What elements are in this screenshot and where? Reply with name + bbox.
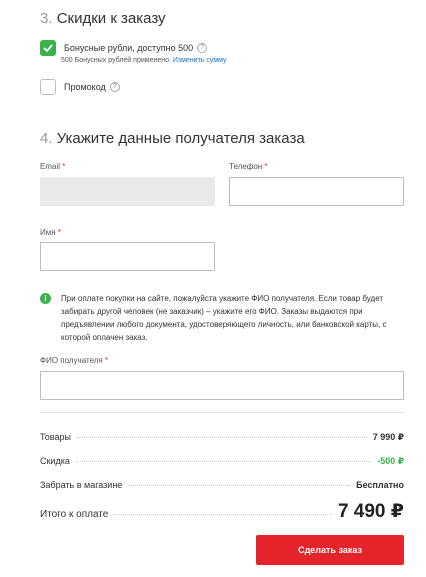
name-label: Имя *: [40, 228, 61, 237]
discounts-section-number: 3.: [40, 10, 53, 27]
summary-goods-row: Товары 7 990 ₽: [40, 432, 404, 443]
bonus-label: Бонусные рубли, доступно 500: [64, 43, 194, 53]
email-required-mark: *: [62, 162, 66, 171]
phone-required-mark: *: [264, 162, 268, 171]
checkout-page: 3. Скидки к заказу Бонусные рубли, досту…: [0, 0, 426, 577]
discount-leader: [75, 461, 372, 462]
promo-label: Промокод: [64, 82, 106, 92]
total-label: Итого к оплате: [40, 509, 109, 520]
bonus-option[interactable]: Бонусные рубли, доступно 500 ?: [40, 40, 208, 56]
goods-value: 7 990 ₽: [372, 432, 404, 442]
discount-label: Скидка: [40, 456, 70, 466]
place-order-button[interactable]: Сделать заказ: [256, 535, 404, 565]
summary-total-row: Итого к оплате 7 490 ₽: [40, 500, 404, 523]
summary-pickup-row: Забрать в магазине Бесплатно: [40, 480, 404, 490]
summary-discount-row: Скидка -500 ₽: [40, 456, 404, 467]
phone-label: Телефон *: [229, 162, 268, 171]
discounts-section-title: 3. Скидки к заказу: [40, 10, 166, 27]
name-label-text: Имя: [40, 228, 56, 237]
fio-label: ФИО получателя *: [40, 356, 108, 365]
checkmark-icon: [43, 44, 53, 52]
recipient-section-label: Укажите данные получателя заказа: [56, 130, 305, 147]
fio-required-mark: *: [104, 356, 109, 365]
fio-label-text: ФИО получателя: [40, 356, 103, 365]
summary-divider: [40, 412, 404, 413]
recipient-info-text: При оплате покупки на сайте, пожалуйста …: [61, 294, 387, 342]
recipient-section-title: 4. Укажите данные получателя заказа: [40, 130, 305, 147]
recipient-section-number: 4.: [40, 130, 53, 147]
name-field[interactable]: [40, 242, 215, 271]
bonus-applied-note: 500 Бонусных рублей применено. Изменить …: [61, 57, 227, 64]
phone-field[interactable]: [229, 177, 404, 206]
goods-leader: [76, 437, 367, 438]
discount-value: -500 ₽: [377, 456, 404, 466]
bonus-applied-text: 500 Бонусных рублей применено.: [61, 57, 171, 64]
pickup-leader: [128, 485, 351, 486]
goods-label: Товары: [40, 432, 71, 442]
promo-help-icon[interactable]: ?: [109, 82, 120, 92]
total-value: 7 490 ₽: [337, 501, 404, 522]
pickup-value: Бесплатно: [356, 480, 404, 490]
fio-field[interactable]: [40, 371, 404, 400]
email-label-text: Email: [40, 162, 61, 171]
info-icon: i: [40, 293, 51, 304]
promo-checkbox[interactable]: [40, 79, 56, 95]
promo-option[interactable]: Промокод ?: [40, 79, 120, 95]
change-amount-link[interactable]: Изменить сумму: [173, 57, 227, 64]
pickup-label: Забрать в магазине: [40, 480, 123, 490]
total-leader: [114, 514, 332, 515]
name-required-mark: *: [57, 228, 61, 237]
phone-label-text: Телефон: [229, 162, 263, 171]
bonus-help-icon[interactable]: ?: [197, 43, 208, 53]
bonus-checkbox[interactable]: [40, 40, 56, 56]
discounts-section-label: Скидки к заказу: [56, 10, 166, 27]
email-label: Email *: [40, 162, 65, 171]
email-field[interactable]: [40, 177, 215, 206]
